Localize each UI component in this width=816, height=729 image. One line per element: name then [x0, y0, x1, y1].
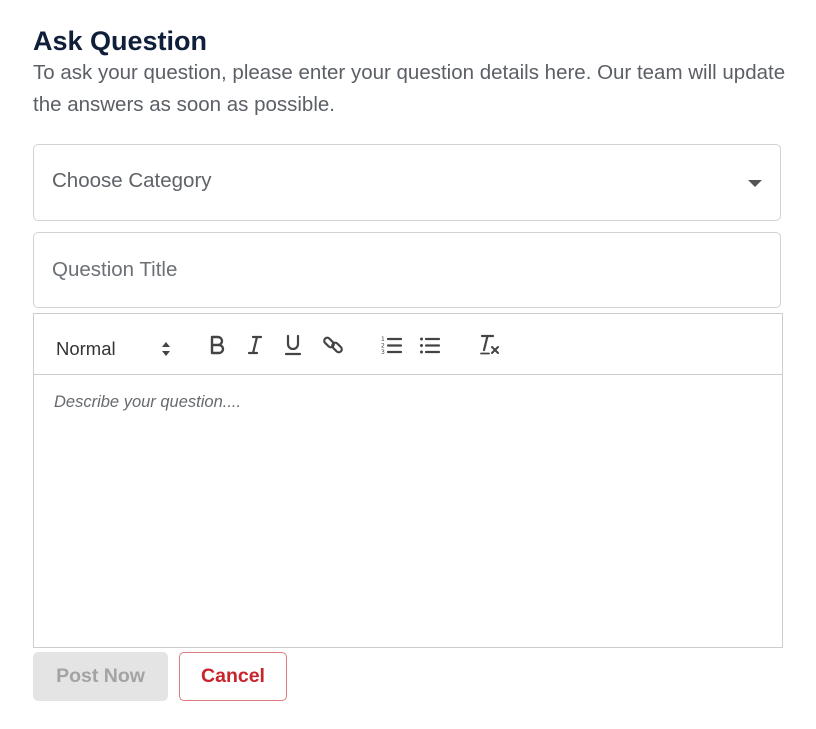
- caret-down-icon: [748, 180, 762, 187]
- bold-icon: [210, 335, 225, 355]
- ordered-list-button[interactable]: 1 2 3: [379, 332, 405, 358]
- bullet-list-icon: [420, 337, 441, 354]
- format-picker[interactable]: Normal: [56, 336, 176, 362]
- question-title-input[interactable]: [33, 232, 781, 308]
- cancel-button[interactable]: Cancel: [179, 652, 287, 701]
- underline-button[interactable]: [280, 332, 306, 358]
- question-description-textarea[interactable]: Describe your question....: [34, 375, 782, 647]
- up-down-arrows-icon: [162, 342, 170, 356]
- bullet-list-button[interactable]: [417, 332, 443, 358]
- link-icon: [323, 336, 343, 354]
- category-select[interactable]: Choose Category: [33, 144, 781, 221]
- clear-format-button[interactable]: [475, 332, 503, 358]
- post-now-button[interactable]: Post Now: [33, 652, 168, 701]
- italic-icon: [247, 335, 263, 355]
- italic-button[interactable]: [242, 332, 268, 358]
- editor-toolbar: Normal 1 2 3: [34, 314, 782, 375]
- ordered-list-icon: 1 2 3: [381, 336, 403, 355]
- question-editor: Normal 1 2 3 Describe your question....: [33, 313, 783, 648]
- ask-question-form: Ask Question To ask your question, pleas…: [0, 0, 816, 729]
- form-title: Ask Question: [33, 26, 208, 56]
- underline-icon: [284, 334, 302, 356]
- form-description: To ask your question, please enter your …: [33, 61, 786, 116]
- link-button[interactable]: [319, 332, 347, 358]
- clear-format-icon: [480, 334, 499, 355]
- bold-button[interactable]: [204, 332, 230, 358]
- editor-placeholder: Describe your question....: [54, 393, 242, 411]
- format-picker-label: Normal: [56, 338, 116, 359]
- svg-text:3: 3: [381, 349, 385, 355]
- category-select-value: Choose Category: [52, 169, 212, 192]
